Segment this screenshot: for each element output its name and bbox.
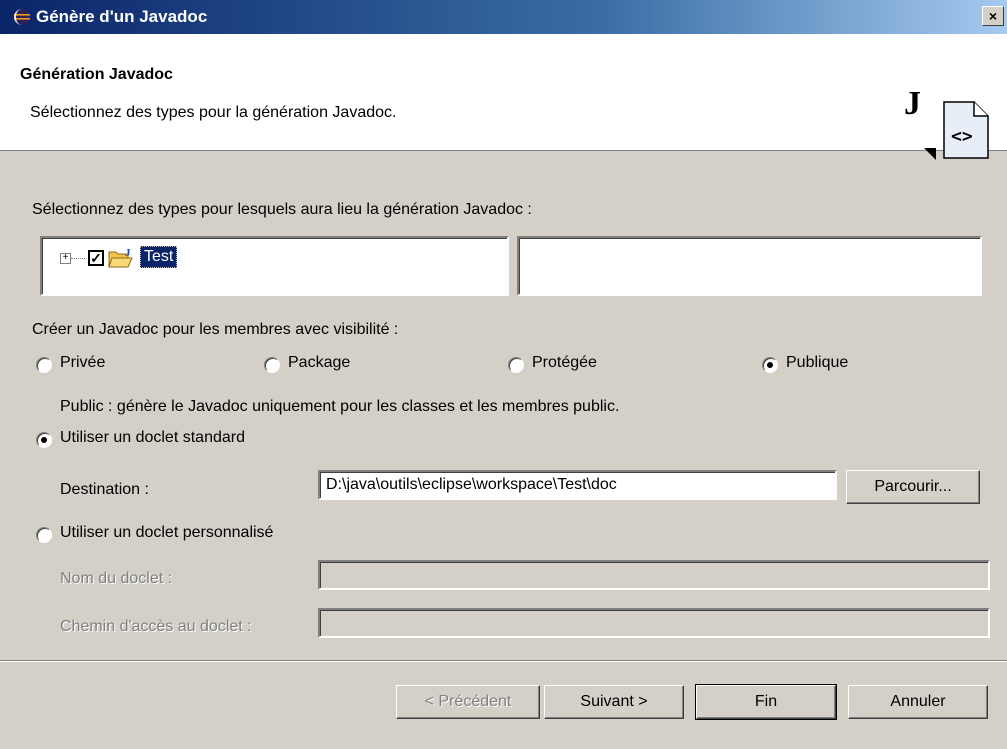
javadoc-wizard-icon: J <> <box>904 85 989 160</box>
previous-button[interactable]: < Précédent <box>396 685 540 719</box>
footer-separator <box>0 660 1007 662</box>
radio-button-icon[interactable] <box>762 357 778 373</box>
radio-label: Protégée <box>532 354 597 371</box>
svg-text:J: J <box>125 247 131 259</box>
doclet-name-input[interactable] <box>318 560 990 590</box>
title-bar: Génère d'un Javadoc × <box>0 0 1007 34</box>
destination-label: Destination : <box>60 481 149 498</box>
visibility-label: Créer un Javadoc pour les membres avec v… <box>32 321 399 338</box>
doclet-name-label: Nom du doclet : <box>60 570 173 587</box>
members-list[interactable] <box>517 236 982 296</box>
page-title: Génération Javadoc <box>20 66 173 83</box>
page-description: Sélectionnez des types pour la génératio… <box>30 104 397 121</box>
radio-label: Utiliser un doclet personnalisé <box>60 524 274 541</box>
radio-label: Utiliser un doclet standard <box>60 429 245 446</box>
radio-button-icon[interactable] <box>264 357 280 373</box>
wizard-header: Génération Javadoc Sélectionnez des type… <box>0 34 1007 160</box>
close-icon: × <box>988 8 998 24</box>
tree-item-label[interactable]: Test <box>140 246 178 268</box>
finish-button[interactable]: Fin <box>695 684 837 720</box>
svg-text:J: J <box>904 85 921 122</box>
doclet-path-input[interactable] <box>318 608 990 638</box>
types-label: Sélectionnez des types pour lesquels aur… <box>32 201 532 218</box>
radio-label: Package <box>288 354 351 371</box>
doclet-path-label: Chemin d'accès au doclet : <box>60 618 252 635</box>
cancel-button[interactable]: Annuler <box>848 685 988 719</box>
destination-input[interactable] <box>318 470 837 500</box>
project-folder-icon: J <box>108 247 133 268</box>
svg-text:<>: <> <box>951 126 973 147</box>
radio-button-icon[interactable] <box>36 432 52 448</box>
radio-button-icon[interactable] <box>508 357 524 373</box>
browse-button[interactable]: Parcourir... <box>846 470 980 504</box>
tree-connector <box>71 258 85 259</box>
close-button[interactable]: × <box>982 6 1004 26</box>
radio-label: Publique <box>786 354 849 371</box>
eclipse-icon <box>14 9 30 25</box>
next-button[interactable]: Suivant > <box>544 685 684 719</box>
radio-button-icon[interactable] <box>36 527 52 543</box>
window-title: Génère d'un Javadoc <box>36 7 208 26</box>
visibility-description: Public : génère le Javadoc uniquement po… <box>60 398 620 415</box>
radio-button-icon[interactable] <box>36 357 52 373</box>
tree-item-checkbox[interactable]: ✓ <box>88 250 104 266</box>
types-tree[interactable]: + ✓ J Test <box>40 236 509 296</box>
radio-label: Privée <box>60 354 106 371</box>
expand-icon[interactable]: + <box>60 253 71 264</box>
